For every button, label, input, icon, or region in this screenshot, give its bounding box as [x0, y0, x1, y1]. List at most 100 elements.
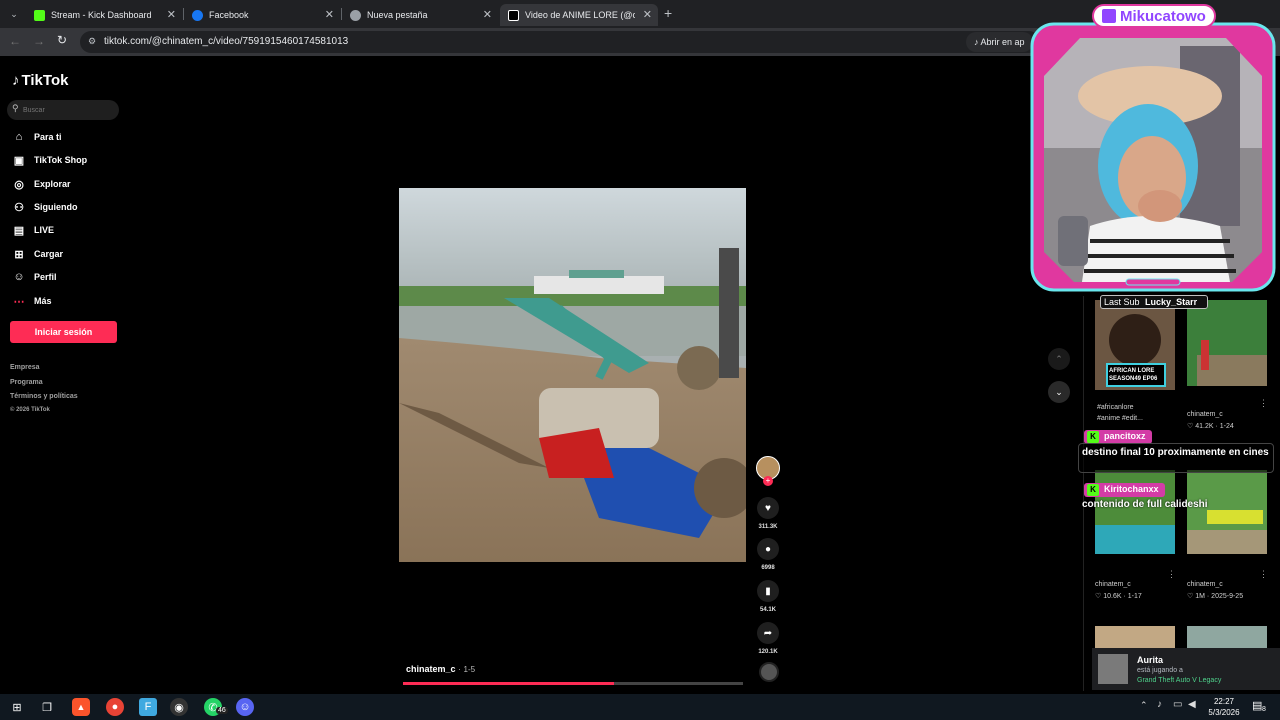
search-bar[interactable]: ⚲: [7, 100, 119, 120]
related-author[interactable]: chinatem_c: [1187, 581, 1223, 588]
music-disc-icon[interactable]: [759, 662, 779, 682]
tab-kick-dashboard[interactable]: Stream - Kick Dashboard ✕: [26, 4, 182, 26]
nav-mas[interactable]: ⋯ Más: [12, 292, 52, 310]
tab-tiktok-video[interactable]: Video de ANIME LORE (@china ✕: [500, 4, 658, 26]
footer-terminos[interactable]: Términos y políticas: [10, 393, 78, 400]
save-button[interactable]: ▮: [757, 580, 779, 602]
compass-icon: ◎: [14, 178, 24, 191]
volume-icon[interactable]: ◀: [1188, 699, 1196, 710]
video-author[interactable]: chinatem_c: [406, 664, 456, 674]
related-author[interactable]: chinatem_c: [1095, 581, 1131, 588]
notification-name: Aurita: [1137, 655, 1164, 665]
forward-icon[interactable]: →: [33, 34, 45, 48]
kick-badge-icon: K: [1087, 484, 1099, 496]
clock-time: 22:27: [1213, 697, 1235, 706]
nav-cargar[interactable]: ⊞ Cargar: [12, 245, 63, 263]
close-icon[interactable]: ✕: [483, 8, 492, 21]
network-icon[interactable]: ▭: [1173, 699, 1182, 710]
video-player[interactable]: [399, 188, 746, 562]
nav-siguiendo[interactable]: ⚇ Siguiendo: [12, 198, 77, 216]
more-options-icon[interactable]: ⋮: [1259, 569, 1268, 580]
back-icon[interactable]: ←: [9, 34, 21, 48]
reload-icon[interactable]: ↻: [57, 33, 67, 47]
related-thumb-5[interactable]: [1095, 626, 1175, 650]
save-count: 54.1K: [759, 607, 776, 613]
next-video-button[interactable]: ⌄: [1048, 381, 1070, 403]
share-button[interactable]: ➦: [757, 622, 779, 644]
more-options-icon[interactable]: ⋮: [1167, 569, 1176, 580]
nav-explorar[interactable]: ◎ Explorar: [12, 175, 70, 193]
notification-count: 8: [1262, 706, 1266, 713]
related-thumb-2[interactable]: [1187, 300, 1267, 390]
tiktok-logo[interactable]: ♪ TikTok: [12, 72, 68, 89]
url-input[interactable]: ⚙ tiktok.com/@chinatem_c/video/759191546…: [80, 31, 1040, 53]
notification-game: Grand Theft Auto V Legacy: [1137, 677, 1222, 684]
related-stats: ♡ 10.6K · 1-17: [1095, 593, 1142, 600]
comment-button[interactable]: ●: [757, 538, 779, 560]
more-icon: ⋯: [13, 295, 25, 308]
mic-icon[interactable]: ♪: [1157, 699, 1162, 710]
last-sub-banner: Last Sub Lucky_Starr: [1100, 295, 1208, 309]
task-view-icon[interactable]: ❐: [38, 698, 56, 716]
follow-plus-icon[interactable]: +: [763, 476, 773, 486]
site-info-icon[interactable]: ⚙: [88, 36, 96, 47]
video-date: 1-5: [463, 665, 476, 674]
nav-live[interactable]: ▤ LIVE: [12, 221, 54, 239]
heart-icon: ♥: [765, 502, 771, 514]
like-button[interactable]: ♥: [757, 497, 779, 519]
tab-new-tab[interactable]: Nueva pestaña ✕: [342, 4, 498, 26]
thumbnail-image: [1187, 470, 1267, 554]
close-icon[interactable]: ✕: [325, 8, 334, 21]
video-progress-track[interactable]: [403, 682, 743, 685]
related-author[interactable]: chinatem_c: [1187, 411, 1223, 418]
profile-icon: ☺: [13, 271, 25, 283]
discord-icon[interactable]: ☺: [236, 698, 254, 716]
footer-programa[interactable]: Programa: [10, 379, 43, 386]
chrome-icon: [350, 9, 361, 21]
related-stats: ♡ 41.2K · 1-24: [1187, 423, 1234, 430]
activity-notification[interactable]: Aurita está jugando a Grand Theft Auto V…: [1092, 648, 1280, 690]
search-icon: ⚲: [12, 103, 19, 113]
share-icon: ➦: [763, 627, 773, 639]
clock[interactable]: 22:27 5/3/2026: [1204, 696, 1244, 718]
related-caption[interactable]: #africanlore #anime #edit...: [1097, 402, 1157, 424]
comment-icon: ●: [764, 543, 772, 555]
shop-icon: ▣: [13, 154, 25, 167]
new-tab-button[interactable]: +: [664, 5, 672, 21]
close-icon[interactable]: ✕: [643, 8, 652, 21]
nav-tiktok-shop[interactable]: ▣ TikTok Shop: [12, 151, 87, 169]
last-sub-name: Lucky_Starr: [1145, 297, 1198, 307]
tab-search-icon[interactable]: ⌄: [6, 6, 22, 22]
login-button[interactable]: Iniciar sesión: [10, 321, 117, 343]
related-thumb-6[interactable]: [1187, 626, 1267, 650]
streamer-name-banner: Mikucatowo: [1092, 4, 1216, 28]
tray-chevron-icon[interactable]: ⌃: [1140, 700, 1148, 711]
thumbnail-image: [1187, 300, 1267, 386]
obs-icon[interactable]: ◉: [170, 698, 188, 716]
chat-message: contenido de full calideshi: [1082, 499, 1208, 510]
windows-start-icon[interactable]: ⊞: [8, 698, 26, 716]
thumbnail-overlay-text: AFRICAN LORE SEASON49 EP06: [1109, 368, 1158, 382]
prev-video-button[interactable]: ⌃: [1048, 348, 1070, 370]
tab-facebook[interactable]: Facebook ✕: [184, 4, 340, 26]
thumbnail-image: [1095, 626, 1175, 650]
search-input[interactable]: [23, 103, 113, 117]
footer-empresa[interactable]: Empresa: [10, 364, 40, 371]
related-thumb-4[interactable]: [1187, 470, 1267, 554]
tiktok-icon: ♪: [974, 37, 979, 47]
notification-center-icon[interactable]: ▤: [1252, 699, 1262, 712]
file-app-icon[interactable]: F: [139, 698, 157, 716]
related-thumb-1[interactable]: AFRICAN LORE SEASON49 EP06: [1095, 300, 1175, 390]
brave-icon[interactable]: ▲: [72, 698, 90, 716]
tiktok-icon: [508, 9, 519, 21]
close-icon[interactable]: ✕: [167, 8, 176, 21]
following-icon: ⚇: [14, 201, 24, 214]
nav-perfil[interactable]: ☺ Perfil: [12, 268, 56, 286]
nav-para-ti[interactable]: ⌂ Para ti: [12, 128, 62, 146]
more-options-icon[interactable]: ⋮: [1259, 398, 1268, 409]
open-in-app-button[interactable]: ♪ Abrir en ap: [966, 32, 1033, 52]
upload-icon: ⊞: [14, 248, 24, 261]
chrome-icon[interactable]: ●: [106, 698, 124, 716]
video-meta: chinatem_c · 1-5: [406, 664, 475, 674]
notification-status: está jugando a: [1137, 667, 1183, 674]
